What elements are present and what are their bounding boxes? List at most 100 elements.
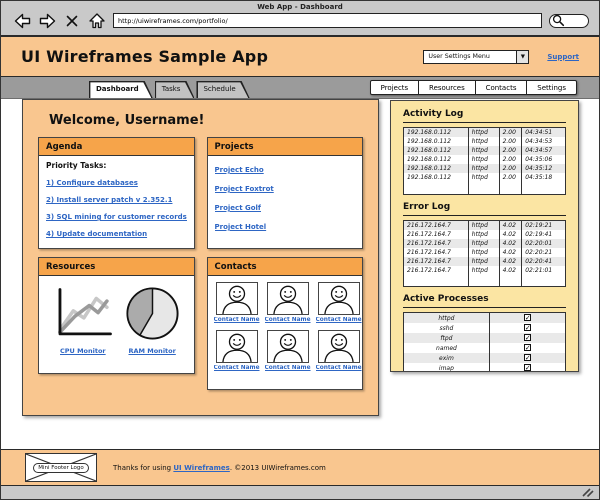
app-header: UI Wireframes Sample App User Settings M…	[1, 37, 599, 77]
error-log-table: 216.172.164.7 httpd 4.02 02:19:21 216.172.16…	[403, 219, 566, 287]
project-link-3[interactable]: Project Golf	[215, 204, 356, 212]
tab-band: Dashboard Tasks Schedule Projects Resources…	[1, 77, 599, 99]
contact-name-link[interactable]: Contact Name	[265, 317, 311, 323]
activity-log-table: 192.168.0.112 httpd 2.00 04:34:51 192.168.0.…	[403, 127, 566, 195]
forward-arrow-icon	[39, 13, 55, 28]
nav-button-resources[interactable]: Resources	[418, 80, 476, 95]
agenda-task-link-2[interactable]: 2) Install server patch v 2.352.1	[46, 196, 187, 204]
url-input[interactable]	[113, 13, 542, 28]
contact-name-link[interactable]: Contact Name	[316, 317, 362, 323]
process-checkbox[interactable]: ✓	[523, 324, 531, 332]
contact-name-link[interactable]: Contact Name	[214, 365, 260, 371]
page-title: UI Wireframes Sample App	[21, 47, 269, 66]
line-chart-image	[58, 288, 112, 336]
footer-text-suffix: . ©2013 UIWireframes.com	[229, 463, 326, 472]
table-row: 192.168.0.112 httpd 2.00 04:35:12	[403, 164, 566, 173]
resize-grip[interactable]	[582, 488, 594, 497]
agenda-title: Agenda	[39, 138, 194, 156]
user-settings-label: User Settings Menu	[428, 52, 490, 60]
close-icon	[66, 15, 78, 26]
project-link-4[interactable]: Project Hotel	[215, 223, 356, 231]
home-icon	[89, 12, 105, 28]
table-row: 192.168.0.112 httpd 2.00 04:35:18	[403, 173, 566, 182]
process-checkbox[interactable]: ✓	[523, 354, 531, 362]
process-name: exim	[403, 353, 490, 363]
priority-tasks-label: Priority Tasks:	[46, 161, 107, 170]
process-name: named	[403, 343, 490, 353]
agenda-task-link-4[interactable]: 4) Update documentation	[46, 230, 187, 238]
footer-text-prefix: Thanks for using	[113, 463, 174, 472]
contact-card: Contact Name	[214, 282, 260, 323]
agenda-task-link-1[interactable]: 1) Configure databases	[46, 179, 187, 187]
avatar	[215, 330, 258, 363]
resources-title: Resources	[39, 258, 194, 276]
nav-button-contacts[interactable]: Contacts	[474, 80, 528, 95]
tab-tasks[interactable]: Tasks	[155, 81, 195, 98]
projects-panel: Projects Project Echo Project Foxtrot Proj…	[206, 137, 363, 249]
tab-schedule[interactable]: Schedule	[196, 81, 249, 98]
avatar	[266, 282, 309, 315]
process-name: imap	[403, 363, 490, 371]
window-title: Web App - Dashboard	[257, 3, 343, 11]
project-link-1[interactable]: Project Echo	[215, 166, 356, 174]
tab-dashboard[interactable]: Dashboard	[89, 81, 153, 98]
process-name: httpd	[403, 312, 490, 323]
table-row: 192.168.0.112 httpd 2.00 04:34:51	[403, 127, 566, 137]
contact-card: Contact Name	[316, 330, 362, 371]
user-settings-menu[interactable]: User Settings Menu ▼	[423, 49, 530, 64]
contact-card: Contact Name	[265, 330, 311, 371]
contacts-title: Contacts	[207, 258, 362, 276]
agenda-task-link-3[interactable]: 3) SQL mining for customer records...	[46, 213, 187, 221]
main-content: Welcome, Username! Agenda Priority Tasks…	[1, 99, 599, 449]
avatar	[317, 282, 360, 315]
projects-title: Projects	[207, 138, 362, 156]
contact-card: Contact Name	[316, 282, 362, 323]
active-processes-title: Active Processes	[403, 294, 566, 308]
process-row: exim ✓	[403, 353, 566, 363]
table-row: 216.172.164.7 httpd 4.02 02:20:41	[403, 256, 566, 266]
contact-name-link[interactable]: Contact Name	[265, 365, 311, 371]
pie-chart-image	[126, 287, 179, 340]
avatar	[317, 330, 360, 363]
cpu-monitor-link[interactable]: CPU Monitor	[60, 347, 106, 355]
forward-button[interactable]	[38, 12, 56, 29]
ram-monitor-link[interactable]: RAM Monitor	[128, 347, 175, 355]
footer-logo: Mini Footer Logo	[25, 453, 97, 482]
contact-name-link[interactable]: Contact Name	[214, 317, 260, 323]
back-button[interactable]	[13, 12, 31, 29]
process-checkbox[interactable]: ✓	[523, 344, 531, 352]
welcome-heading: Welcome, Username!	[49, 113, 205, 128]
process-row: httpd ✓	[403, 312, 566, 323]
process-checkbox[interactable]: ✓	[523, 334, 531, 342]
activity-log-body: 192.168.0.112 httpd 2.00 04:34:51 192.168.0.…	[403, 127, 566, 194]
process-checkbox[interactable]: ✓	[523, 364, 531, 371]
chevron-down-icon[interactable]: ▼	[516, 50, 529, 63]
projects-list: Project Echo Project Foxtrot Project Golf P…	[208, 156, 363, 236]
tab-bar: Dashboard Tasks Schedule	[89, 77, 250, 98]
table-row: 216.172.164.7 httpd 4.02 02:21:01	[403, 265, 566, 275]
process-row: named ✓	[403, 343, 566, 353]
process-checkbox[interactable]: ✓	[523, 314, 531, 322]
contact-name-link[interactable]: Contact Name	[316, 365, 362, 371]
process-name: ftpd	[403, 333, 490, 343]
status-bar	[1, 486, 599, 499]
support-link[interactable]: Support	[547, 53, 579, 61]
project-link-2[interactable]: Project Foxtrot	[215, 185, 356, 193]
browser-chrome: Web App - Dashboard	[1, 1, 599, 37]
contacts-panel: Contacts Contact Name Contact Name Conta…	[206, 257, 363, 390]
active-processes-body: httpd ✓ sshd ✓ ftpd ✓ named ✓ exim ✓ imap ✓	[403, 312, 566, 371]
nav-button-settings[interactable]: Settings	[526, 80, 577, 95]
uiwireframes-link[interactable]: UI Wireframes	[173, 464, 229, 472]
contacts-grid: Contact Name Contact Name Contact Name C…	[208, 276, 363, 377]
stop-button[interactable]	[63, 12, 81, 29]
nav-button-projects[interactable]: Projects	[369, 80, 420, 95]
error-log-section: Error Log 216.172.164.7 httpd 4.02 02:19:21…	[403, 202, 566, 287]
error-log-title: Error Log	[403, 202, 566, 216]
browser-window: Web App - Dashboard UI Wireframes Sample…	[0, 0, 600, 500]
agenda-panel: Agenda Priority Tasks: 1) Configure data…	[38, 137, 195, 249]
home-button[interactable]	[88, 12, 106, 29]
search-box[interactable]	[549, 13, 589, 28]
error-log-body: 216.172.164.7 httpd 4.02 02:19:21 216.172.16…	[403, 220, 566, 287]
app-footer: Mini Footer Logo Thanks for using UI Wir…	[1, 449, 599, 486]
footer-text: Thanks for using UI Wireframes. ©2013 UI…	[113, 464, 326, 472]
